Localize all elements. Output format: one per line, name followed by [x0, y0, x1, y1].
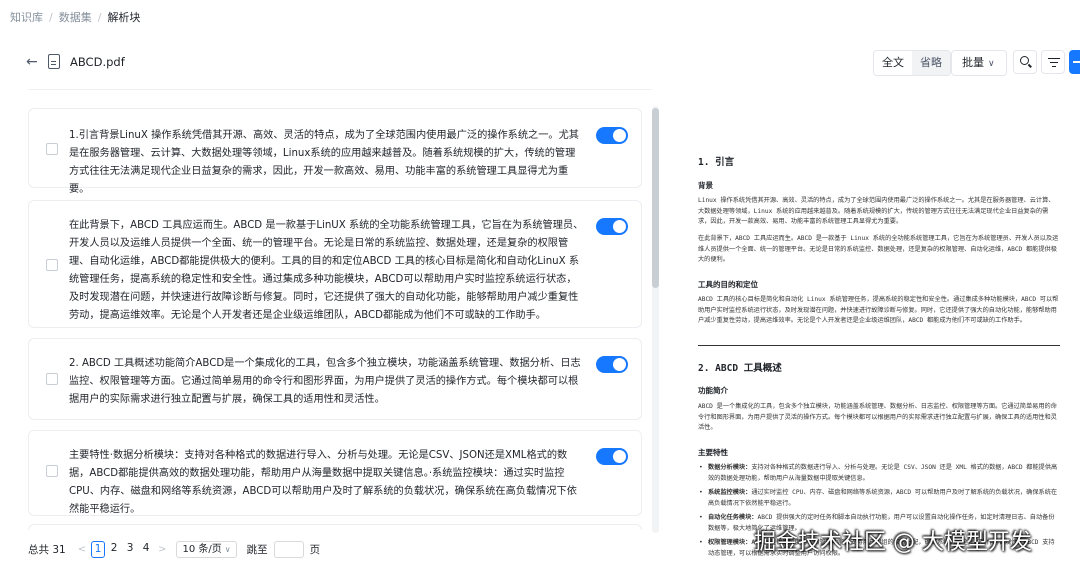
document-header: ← ABCD.pdf 全文 省略 批量 ∨ — [0, 44, 1080, 82]
pagination: 总共 31 < 1 2 3 4 > 10 条/页 ∨ 跳至 页 — [28, 539, 320, 559]
chunk-checkbox[interactable] — [46, 259, 58, 271]
filter-icon-line — [1052, 66, 1056, 68]
preview-paragraph: ABCD 是一个集成化的工具，包含多个独立模块，功能涵盖系统管理、数据分析、日志… — [698, 403, 1057, 431]
search-button[interactable] — [1013, 50, 1037, 74]
chunk-card[interactable] — [28, 524, 642, 530]
jump-label: 跳至 — [246, 543, 268, 556]
preview-paragraph: ABCD 工具的核心目标是简化和自动化 Linux 系统管理任务，提高系统的稳定… — [698, 296, 1059, 324]
preview-section-rule — [698, 345, 1060, 346]
view-mode-toggle: 全文 省略 — [873, 50, 951, 76]
chunk-enable-toggle[interactable] — [596, 356, 628, 373]
chunk-text: 在此背景下，ABCD 工具应运而生。ABCD 是一款基于LinUX 系统的全功能… — [69, 220, 584, 321]
chevron-down-icon: ∨ — [988, 59, 995, 69]
watermark: 掘金技术社区 @ 大模型开发 — [754, 530, 1032, 555]
total-count: 总共 31 — [28, 543, 66, 556]
filter-icon — [1048, 58, 1060, 60]
bullet-label: 数据分析模块： — [708, 464, 752, 471]
chunk-card[interactable]: 主要特性·数据分析模块：支持对各种格式的数据进行导入、分析与处理。无论是CSV、… — [28, 430, 642, 516]
chunk-checkbox[interactable] — [46, 143, 58, 155]
breadcrumb: 知识库 / 数据集 / 解析块 — [10, 9, 140, 25]
breadcrumb-separator: / — [97, 10, 102, 24]
bullet-label: 系统监控模块： — [708, 489, 752, 496]
breadcrumb-current: 解析块 — [107, 11, 141, 24]
preview-subheading: 工具的目的和定位 — [698, 280, 758, 289]
preview-subheading: 功能简介 — [698, 386, 728, 395]
page-4[interactable]: 4 — [139, 541, 153, 558]
preview-subheading: 主要特性 — [698, 448, 728, 457]
document-preview: 1. 引言 背景 Linux 操作系统凭借其开源、高效、灵活的特点，成为了全球范… — [670, 90, 1080, 572]
bullet-label: 自动化任务模块： — [708, 514, 758, 521]
chunk-card[interactable]: 2. ABCD 工具概述功能简介ABCD是一个集成化的工具，包含多个独立模块，功… — [28, 338, 642, 420]
bullet-text: 支持对各种格式的数据进行导入、分析与处理。无论是 CSV、JSON 还是 XML… — [708, 464, 1058, 482]
bulk-action-dropdown[interactable]: 批量 ∨ — [951, 50, 1007, 76]
chunk-card[interactable]: 在此背景下，ABCD 工具应运而生。ABCD 是一款基于LinUX 系统的全功能… — [28, 200, 642, 328]
preview-paragraph: 在此背景下，ABCD 工具应运而生。ABCD 是一款基于 Linux 系统的全功… — [698, 235, 1059, 263]
chunk-text: 1.引言背景LinuX 操作系统凭借其开源、高效、灵活的特点，成为了全球范围内使… — [69, 130, 579, 195]
view-full-button[interactable]: 全文 — [874, 51, 912, 75]
page-size-select[interactable]: 10 条/页 ∨ — [176, 540, 237, 558]
breadcrumb-separator: / — [49, 10, 53, 24]
chunk-checkbox[interactable] — [46, 465, 58, 477]
filter-icon-line — [1050, 62, 1058, 64]
preview-heading-1: 1. 引言 — [698, 157, 735, 168]
breadcrumb-knowledge-base[interactable]: 知识库 — [10, 9, 43, 25]
page-size-value: 10 条/页 — [182, 543, 222, 555]
chevron-down-icon: ∨ — [224, 544, 231, 554]
filter-button[interactable] — [1041, 50, 1065, 74]
preview-bullet: 系统监控模块：通过实时监控 CPU、内存、磁盘和网络等系统资源，ABCD 可以帮… — [698, 488, 1058, 509]
file-name: ABCD.pdf — [70, 55, 125, 69]
search-icon-handle — [1028, 63, 1032, 68]
page-1[interactable]: 1 — [91, 540, 106, 558]
preview-subheading: 背景 — [698, 181, 713, 190]
chunk-enable-toggle[interactable] — [596, 127, 628, 144]
preview-paragraph: Linux 操作系统凭借其开源、高效、灵活的特点，成为了全球范围内使用最广泛的操… — [698, 197, 1055, 225]
bullet-label: 权限管理模块： — [708, 539, 752, 546]
preview-bullet: 数据分析模块：支持对各种格式的数据进行导入、分析与处理。无论是 CSV、JSON… — [698, 463, 1058, 484]
preview-heading-2: 2. ABCD 工具概述 — [698, 363, 782, 374]
file-icon — [48, 54, 60, 69]
breadcrumb-dataset[interactable]: 数据集 — [59, 9, 92, 25]
page-2[interactable]: 2 — [107, 541, 121, 558]
page-3[interactable]: 3 — [123, 541, 137, 558]
chunk-text: 2. ABCD 工具概述功能简介ABCD是一个集成化的工具，包含多个独立模块，功… — [69, 358, 581, 405]
chunk-checkbox[interactable] — [46, 373, 58, 385]
bullet-text: 通过实时监控 CPU、内存、磁盘和网络等系统资源，ABCD 可以帮助用户及时了解… — [708, 489, 1058, 507]
chunk-text: 主要特性·数据分析模块：支持对各种格式的数据进行导入、分析与处理。无论是CSV、… — [69, 450, 577, 515]
page-suffix: 页 — [309, 543, 321, 556]
jump-page-input[interactable] — [273, 540, 304, 558]
add-chunk-button[interactable] — [1069, 50, 1080, 74]
prev-page-icon[interactable]: < — [78, 544, 86, 555]
view-omit-button[interactable]: 省略 — [912, 51, 950, 75]
scrollbar-thumb[interactable] — [652, 108, 659, 288]
bulk-label: 批量 — [962, 56, 984, 69]
arrow-left-icon[interactable]: ← — [26, 54, 38, 70]
chunk-enable-toggle[interactable] — [596, 448, 628, 465]
chunk-list: 1.引言背景LinuX 操作系统凭借其开源、高效、灵活的特点，成为了全球范围内使… — [28, 90, 652, 530]
chunk-enable-toggle[interactable] — [596, 218, 628, 235]
chunk-list-scrollbar[interactable] — [652, 106, 659, 533]
next-page-icon[interactable]: > — [158, 544, 166, 555]
chunk-card[interactable]: 1.引言背景LinuX 操作系统凭借其开源、高效、灵活的特点，成为了全球范围内使… — [28, 108, 642, 195]
